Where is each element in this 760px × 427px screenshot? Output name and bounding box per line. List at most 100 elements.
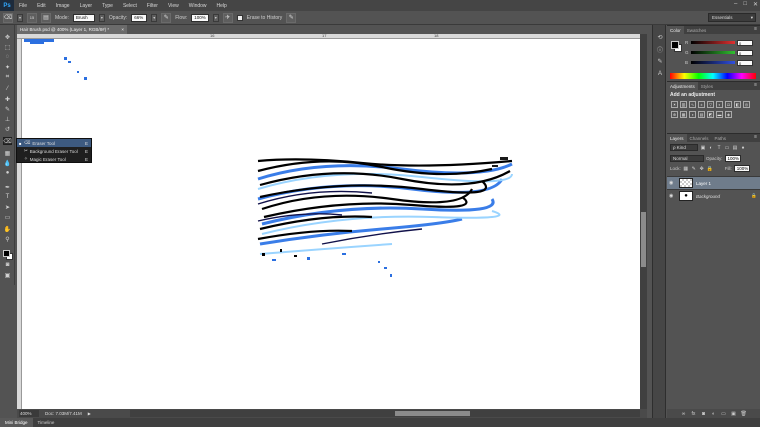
lock-transparent-icon[interactable]: ▦ — [683, 166, 689, 172]
tab-swatches[interactable]: Swatches — [684, 26, 710, 34]
hue-saturation-icon[interactable]: ◐ — [716, 101, 723, 108]
opacity-dropdown-arrow[interactable]: ▾ — [151, 13, 158, 22]
layer-fill-field[interactable]: 100% — [733, 165, 750, 172]
red-value[interactable]: 0 — [737, 39, 753, 46]
eraser-tool-icon[interactable]: ⌫ — [3, 137, 12, 145]
green-slider[interactable] — [691, 51, 735, 54]
mode-dropdown-arrow[interactable]: ▾ — [98, 13, 105, 22]
screen-mode-icon[interactable]: ▣ — [3, 271, 12, 279]
hand-tool-icon[interactable]: ✋ — [3, 225, 12, 233]
vertical-scroll-thumb[interactable] — [641, 212, 646, 267]
add-mask-icon[interactable]: ◙ — [701, 411, 707, 417]
shape-tool-icon[interactable]: ▭ — [3, 213, 12, 221]
brush-panel-toggle-icon[interactable]: ▤ — [41, 12, 51, 23]
quick-mask-icon[interactable]: ◙ — [3, 261, 12, 269]
eyedropper-tool-icon[interactable]: ⁄ — [3, 85, 12, 93]
path-select-tool-icon[interactable]: ➤ — [3, 203, 12, 211]
tool-preset-dropdown[interactable]: ▾ — [17, 13, 23, 22]
workspace-switcher[interactable]: Essentials ▾ — [708, 13, 756, 22]
channel-mixer-icon[interactable]: ⊕ — [671, 111, 678, 118]
color-spectrum-ramp[interactable] — [670, 73, 756, 79]
color-balance-icon[interactable]: ⚖ — [725, 101, 732, 108]
close-window-button[interactable]: ✕ — [753, 1, 758, 8]
panel-menu-icon[interactable]: ≡ — [754, 134, 757, 140]
tab-styles[interactable]: Styles — [698, 82, 716, 90]
marquee-tool-icon[interactable]: ⬚ — [3, 43, 12, 51]
photo-filter-icon[interactable]: ◎ — [743, 101, 750, 108]
brush-tool-icon[interactable]: ✎ — [3, 105, 12, 113]
new-layer-icon[interactable]: ▣ — [731, 411, 737, 417]
properties-panel-icon[interactable]: ⓘ — [655, 45, 665, 54]
levels-icon[interactable]: ▥ — [680, 101, 687, 108]
crop-tool-icon[interactable]: ⌗ — [3, 73, 12, 81]
horizontal-scroll-thumb[interactable] — [395, 411, 470, 416]
history-brush-tool-icon[interactable]: ↺ — [3, 125, 12, 133]
menu-window[interactable]: Window — [184, 3, 212, 9]
opacity-field[interactable]: 66% — [131, 13, 148, 22]
status-menu-icon[interactable]: ▶ — [88, 411, 91, 416]
type-tool-icon[interactable]: T — [3, 193, 12, 201]
pen-tool-icon[interactable]: ✒ — [3, 183, 12, 191]
tab-paths[interactable]: Paths — [712, 134, 730, 142]
flyout-eraser-tool[interactable]: ■ ⌫ Eraser Tool E — [17, 139, 91, 147]
move-tool-icon[interactable]: ✥ — [3, 33, 12, 41]
pressure-opacity-icon[interactable]: ✎ — [161, 12, 172, 23]
filter-pixel-icon[interactable]: ▣ — [700, 145, 706, 151]
menu-select[interactable]: Select — [118, 3, 142, 9]
color-panel-foreground-swatch[interactable] — [671, 41, 679, 49]
menu-type[interactable]: Type — [97, 3, 118, 9]
link-layers-icon[interactable]: ∞ — [681, 411, 687, 417]
panel-menu-icon[interactable]: ≡ — [754, 26, 757, 32]
mode-select[interactable]: Brush — [72, 13, 95, 22]
foreground-color-swatch[interactable] — [3, 250, 10, 257]
blend-mode-select[interactable]: Normal — [670, 155, 704, 162]
trash-icon[interactable]: 🗑 — [741, 411, 747, 417]
tab-adjustments[interactable]: Adjustments — [667, 82, 698, 90]
visibility-eye-icon[interactable]: ◉ — [669, 193, 676, 199]
lock-pixels-icon[interactable]: ✎ — [691, 166, 697, 172]
menu-help[interactable]: Help — [212, 3, 232, 9]
document-canvas[interactable] — [22, 39, 640, 409]
horizontal-scrollbar[interactable] — [130, 410, 640, 417]
green-value[interactable]: 0 — [737, 49, 753, 56]
exposure-icon[interactable]: ± — [698, 101, 705, 108]
brush-panel-icon[interactable]: ✎ — [655, 57, 665, 66]
flow-dropdown-arrow[interactable]: ▾ — [212, 13, 219, 22]
filter-smart-object-icon[interactable]: ▤ — [732, 145, 738, 151]
flyout-magic-eraser-tool[interactable]: ✧ Magic Eraser Tool E — [17, 155, 91, 163]
blue-slider[interactable] — [691, 61, 735, 64]
lock-all-icon[interactable]: 🔒 — [707, 166, 713, 172]
lock-position-icon[interactable]: ✥ — [699, 166, 705, 172]
layer-opacity-field[interactable]: 100% — [724, 155, 741, 162]
maximize-button[interactable]: □ — [743, 1, 747, 8]
flow-field[interactable]: 100% — [191, 13, 209, 22]
brightness-contrast-icon[interactable]: ☀ — [671, 101, 678, 108]
airbrush-icon[interactable]: ✈ — [222, 12, 233, 23]
brush-size-preview[interactable]: 15 — [27, 12, 37, 23]
red-slider[interactable] — [691, 41, 735, 44]
close-tab-icon[interactable]: × — [121, 27, 124, 32]
threshold-icon[interactable]: ◩ — [707, 111, 714, 118]
black-white-icon[interactable]: ◧ — [734, 101, 741, 108]
filter-shape-icon[interactable]: ▭ — [724, 145, 730, 151]
menu-view[interactable]: View — [163, 3, 184, 9]
document-tab[interactable]: Hair Brush.psd @ 400% (Layer 1, RGB/8#) … — [17, 25, 127, 34]
menu-edit[interactable]: Edit — [32, 3, 51, 9]
layer-kind-filter[interactable]: ρ Kind — [670, 144, 698, 151]
posterize-icon[interactable]: ▤ — [698, 111, 705, 118]
character-panel-icon[interactable]: A — [655, 69, 665, 78]
filter-toggle-icon[interactable]: ● — [740, 145, 746, 151]
invert-icon[interactable]: ◑ — [689, 111, 696, 118]
color-lookup-icon[interactable]: ▦ — [680, 111, 687, 118]
clone-stamp-tool-icon[interactable]: ⊥ — [3, 115, 12, 123]
blur-tool-icon[interactable]: 💧 — [3, 159, 12, 167]
selective-color-icon[interactable]: ◈ — [725, 111, 732, 118]
layer-style-icon[interactable]: fx — [691, 411, 697, 417]
tab-layers[interactable]: Layers — [667, 134, 687, 142]
new-adjustment-icon[interactable]: ◐ — [711, 411, 717, 417]
minimize-button[interactable]: – — [734, 1, 737, 8]
tab-timeline[interactable]: Timeline — [33, 418, 60, 427]
new-group-icon[interactable]: ▭ — [721, 411, 727, 417]
vibrance-icon[interactable]: ▽ — [707, 101, 714, 108]
flyout-background-eraser-tool[interactable]: ✂ Background Eraser Tool E — [17, 147, 91, 155]
